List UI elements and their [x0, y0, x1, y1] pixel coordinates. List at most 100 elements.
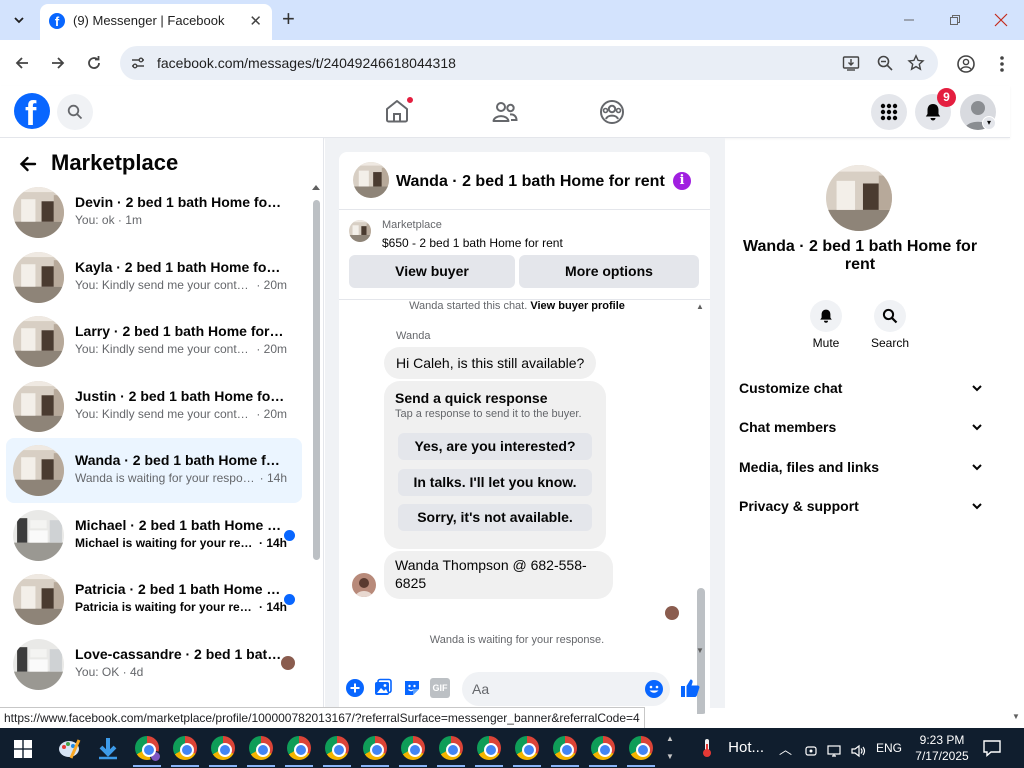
- install-app-icon[interactable]: [842, 54, 860, 72]
- browser-tab[interactable]: f (9) Messenger | Facebook ✕: [40, 4, 272, 40]
- more-options-button[interactable]: More options: [519, 255, 699, 288]
- running-indicator: [133, 765, 161, 767]
- input-language[interactable]: ENG: [876, 741, 902, 755]
- privacy-support-section[interactable]: Privacy & support: [739, 498, 983, 522]
- window-restore-button[interactable]: [932, 0, 978, 40]
- chat-list-item[interactable]: Kayla · 2 bed 1 bath Home for rent You: K…: [6, 245, 302, 310]
- chat-list-item[interactable]: Wanda · 2 bed 1 bath Home for rent Wanda …: [6, 438, 302, 503]
- chat-time: 20m: [263, 342, 287, 356]
- chat-name: Larry · 2 bed 1 bath Home for rent: [75, 323, 285, 339]
- plus-icon[interactable]: [345, 678, 365, 698]
- paint-app-icon[interactable]: [57, 736, 81, 760]
- message-input[interactable]: [462, 672, 670, 706]
- conversation-title[interactable]: Wanda · 2 bed 1 bath Home for rent: [396, 173, 665, 191]
- chrome-window-icon[interactable]: [439, 736, 463, 760]
- chat-list-item[interactable]: Justin · 2 bed 1 bath Home for rent You: …: [6, 374, 302, 439]
- running-indicator: [551, 765, 579, 767]
- quick-response-option[interactable]: Yes, are you interested?: [398, 433, 592, 460]
- profile-icon[interactable]: [956, 54, 976, 74]
- tab-close-icon[interactable]: ✕: [249, 12, 262, 30]
- search-in-chat-button[interactable]: Search: [866, 300, 914, 350]
- chrome-window-icon[interactable]: [287, 736, 311, 760]
- chevron-up-icon[interactable]: ︿: [779, 742, 792, 757]
- chrome-window-icon[interactable]: [211, 736, 235, 760]
- chat-list-item[interactable]: Larry · 2 bed 1 bath Home for rent You: K…: [6, 309, 302, 374]
- weather-widget[interactable]: Hot...: [700, 738, 764, 758]
- window-minimize-button[interactable]: [886, 0, 932, 40]
- notification-center-icon[interactable]: [982, 738, 1002, 758]
- chat-list-item[interactable]: Devin · 2 bed 1 bath Home for rent You: o…: [6, 180, 302, 245]
- network-icon[interactable]: [827, 744, 841, 758]
- facebook-logo-icon[interactable]: f: [14, 93, 50, 129]
- download-app-icon[interactable]: [96, 736, 120, 760]
- chat-members-section[interactable]: Chat members: [739, 419, 983, 443]
- back-button[interactable]: [10, 51, 34, 75]
- listing-thumbnail[interactable]: [349, 220, 371, 242]
- volume-icon[interactable]: [851, 744, 867, 758]
- back-arrow-icon[interactable]: [18, 154, 38, 174]
- kebab-menu-icon[interactable]: [992, 54, 1012, 74]
- scroll-down-arrow-icon[interactable]: ▼: [696, 646, 704, 655]
- meet-icon[interactable]: [804, 744, 818, 758]
- chat-list-scroll-thumb[interactable]: [313, 200, 320, 560]
- chrome-window-icon[interactable]: [401, 736, 425, 760]
- zoom-icon[interactable]: [876, 54, 894, 72]
- view-buyer-button[interactable]: View buyer: [349, 255, 515, 288]
- gif-icon[interactable]: GIF: [430, 678, 450, 698]
- sender-avatar[interactable]: [352, 573, 376, 597]
- chrome-window-icon[interactable]: [553, 736, 577, 760]
- clock[interactable]: 9:23 PM 7/17/2025: [912, 732, 972, 764]
- forward-button[interactable]: [46, 51, 70, 75]
- chat-list-item[interactable]: Love-cassandre · 2 bed 1 bath Home for r…: [6, 632, 302, 697]
- chrome-window-icon[interactable]: [363, 736, 387, 760]
- customize-chat-section[interactable]: Customize chat: [739, 380, 983, 404]
- quick-response-option[interactable]: In talks. I'll let you know.: [398, 469, 592, 496]
- address-bar[interactable]: facebook.com/messages/t/2404924661804431…: [120, 46, 938, 80]
- details-thumbnail[interactable]: [826, 165, 892, 231]
- chrome-window-icon[interactable]: [591, 736, 615, 760]
- home-nav-button[interactable]: [384, 96, 414, 126]
- friends-nav-button[interactable]: [491, 98, 519, 126]
- tab-search-button[interactable]: [6, 8, 32, 32]
- chrome-window-icon[interactable]: [135, 736, 161, 762]
- media-files-links-section[interactable]: Media, files and links: [739, 459, 983, 483]
- running-indicator: [247, 765, 275, 767]
- image-icon[interactable]: [373, 678, 393, 698]
- facebook-search-button[interactable]: [57, 94, 93, 130]
- chat-preview: Patricia is waiting for your response. ·…: [75, 600, 287, 614]
- chrome-window-icon[interactable]: [325, 736, 349, 760]
- info-icon[interactable]: i: [673, 172, 691, 190]
- site-settings-icon[interactable]: [130, 55, 146, 71]
- taskbar-scroll-icon[interactable]: ▲ ▼: [666, 730, 674, 766]
- groups-nav-button[interactable]: [598, 98, 626, 126]
- chat-list-item[interactable]: Patricia · 2 bed 1 bath Home for rent Pat…: [6, 567, 302, 632]
- windows-start-icon[interactable]: [14, 740, 32, 758]
- new-tab-plus-icon[interactable]: +: [282, 8, 295, 30]
- listing-title[interactable]: $650 - 2 bed 1 bath Home for rent: [382, 236, 563, 250]
- chrome-window-icon[interactable]: [249, 736, 273, 760]
- chrome-window-icon[interactable]: [173, 736, 197, 760]
- emoji-icon[interactable]: [644, 679, 664, 699]
- chrome-window-icon[interactable]: [515, 736, 539, 760]
- sticker-icon[interactable]: [402, 678, 422, 698]
- chat-list-item[interactable]: Michael · 2 bed 1 bath Home for rent Mich…: [6, 503, 302, 568]
- bookmark-star-icon[interactable]: [907, 54, 925, 72]
- menu-button[interactable]: [871, 94, 907, 130]
- mute-button[interactable]: Mute: [802, 300, 850, 350]
- view-buyer-profile-link[interactable]: View buyer profile: [530, 300, 625, 312]
- chrome-window-icon[interactable]: [629, 736, 653, 760]
- account-chevron-icon[interactable]: ▾: [982, 116, 996, 130]
- like-thumb-icon[interactable]: [679, 677, 701, 699]
- chrome-window-icon[interactable]: [477, 736, 501, 760]
- page-scroll-down-arrow-icon[interactable]: ▼: [1012, 712, 1020, 721]
- running-indicator: [323, 765, 351, 767]
- notifications-button[interactable]: 9: [915, 88, 956, 130]
- reload-button[interactable]: [82, 51, 106, 75]
- window-close-button[interactable]: [978, 0, 1024, 40]
- quick-response-option[interactable]: Sorry, it's not available.: [398, 504, 592, 531]
- chat-preview-text: You: OK: [75, 664, 120, 679]
- scroll-up-arrow-icon[interactable]: ▲: [696, 302, 704, 311]
- conversation-thumbnail[interactable]: [353, 162, 389, 198]
- chat-preview: You: Kindly send me your contact details…: [75, 342, 287, 356]
- running-indicator: [475, 765, 503, 767]
